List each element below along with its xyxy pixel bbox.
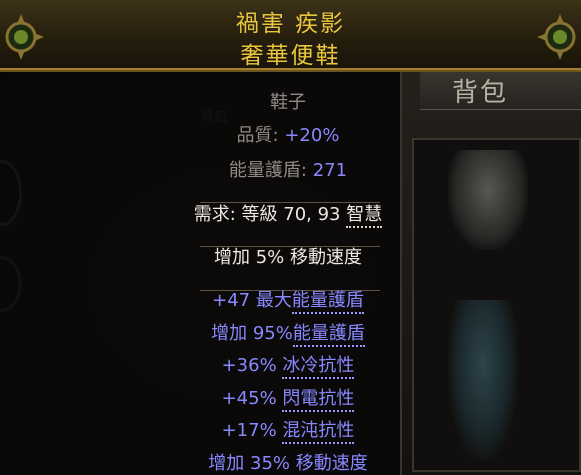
explicit-mod: +17% 混沌抗性 [0, 416, 576, 445]
requirement-stat[interactable]: 智慧 [346, 204, 383, 228]
explicit-mod: +36% 冰冷抗性 [0, 351, 576, 380]
item-class: 鞋子 [270, 92, 306, 113]
mod-text: +36% [221, 355, 283, 377]
quality-label: 品質: [236, 125, 285, 146]
implicit-mod: 增加 5% 移動速度 [214, 247, 362, 268]
quality-line: 品質: +20% [0, 121, 576, 147]
energy-shield-value: 271 [312, 160, 348, 181]
mod-keyword[interactable]: 能量護盾 [291, 290, 364, 314]
requirements-line: 需求: 等級 70, 93 智慧 [0, 200, 576, 228]
mod-text: 增加 95% [211, 322, 293, 344]
game-screen: 背包 背包 禍害 疾影 奢華便鞋 鞋子 品質: +20% [0, 0, 581, 475]
explicit-mod: +47 最大能量護盾 [0, 286, 576, 314]
explicit-mod: +45% 閃電抗性 [0, 384, 576, 412]
mod-keyword[interactable]: 能量護盾 [292, 322, 365, 347]
mod-text: +45% [221, 387, 283, 409]
mod-keyword[interactable]: 混沌抗性 [282, 420, 355, 445]
quality-value: +20% [284, 125, 340, 146]
energy-shield-label: 能量護盾: [228, 160, 313, 181]
requirements-prefix: 需求: 等級 70, 93 [193, 204, 347, 225]
mod-text: +17% [221, 420, 283, 442]
energy-shield-line: 能量護盾: 271 [0, 156, 576, 182]
explicit-mod: 增加 35% 移動速度 [0, 449, 576, 475]
mod-keyword[interactable]: 閃電抗性 [282, 387, 355, 412]
item-name: 禍害 疾影 [235, 11, 346, 37]
item-tooltip: 禍害 疾影 奢華便鞋 鞋子 品質: +20% 能量護盾: 271 需求: 等級 … [0, 0, 581, 475]
item-base-type: 奢華便鞋 [240, 43, 341, 69]
explicit-mod: 增加 95%能量護盾 [0, 319, 576, 347]
mod-keyword[interactable]: 冰冷抗性 [282, 355, 355, 380]
mod-text: +47 最大 [212, 290, 292, 311]
mod-text: 增加 35% 移動速度 [208, 453, 368, 474]
